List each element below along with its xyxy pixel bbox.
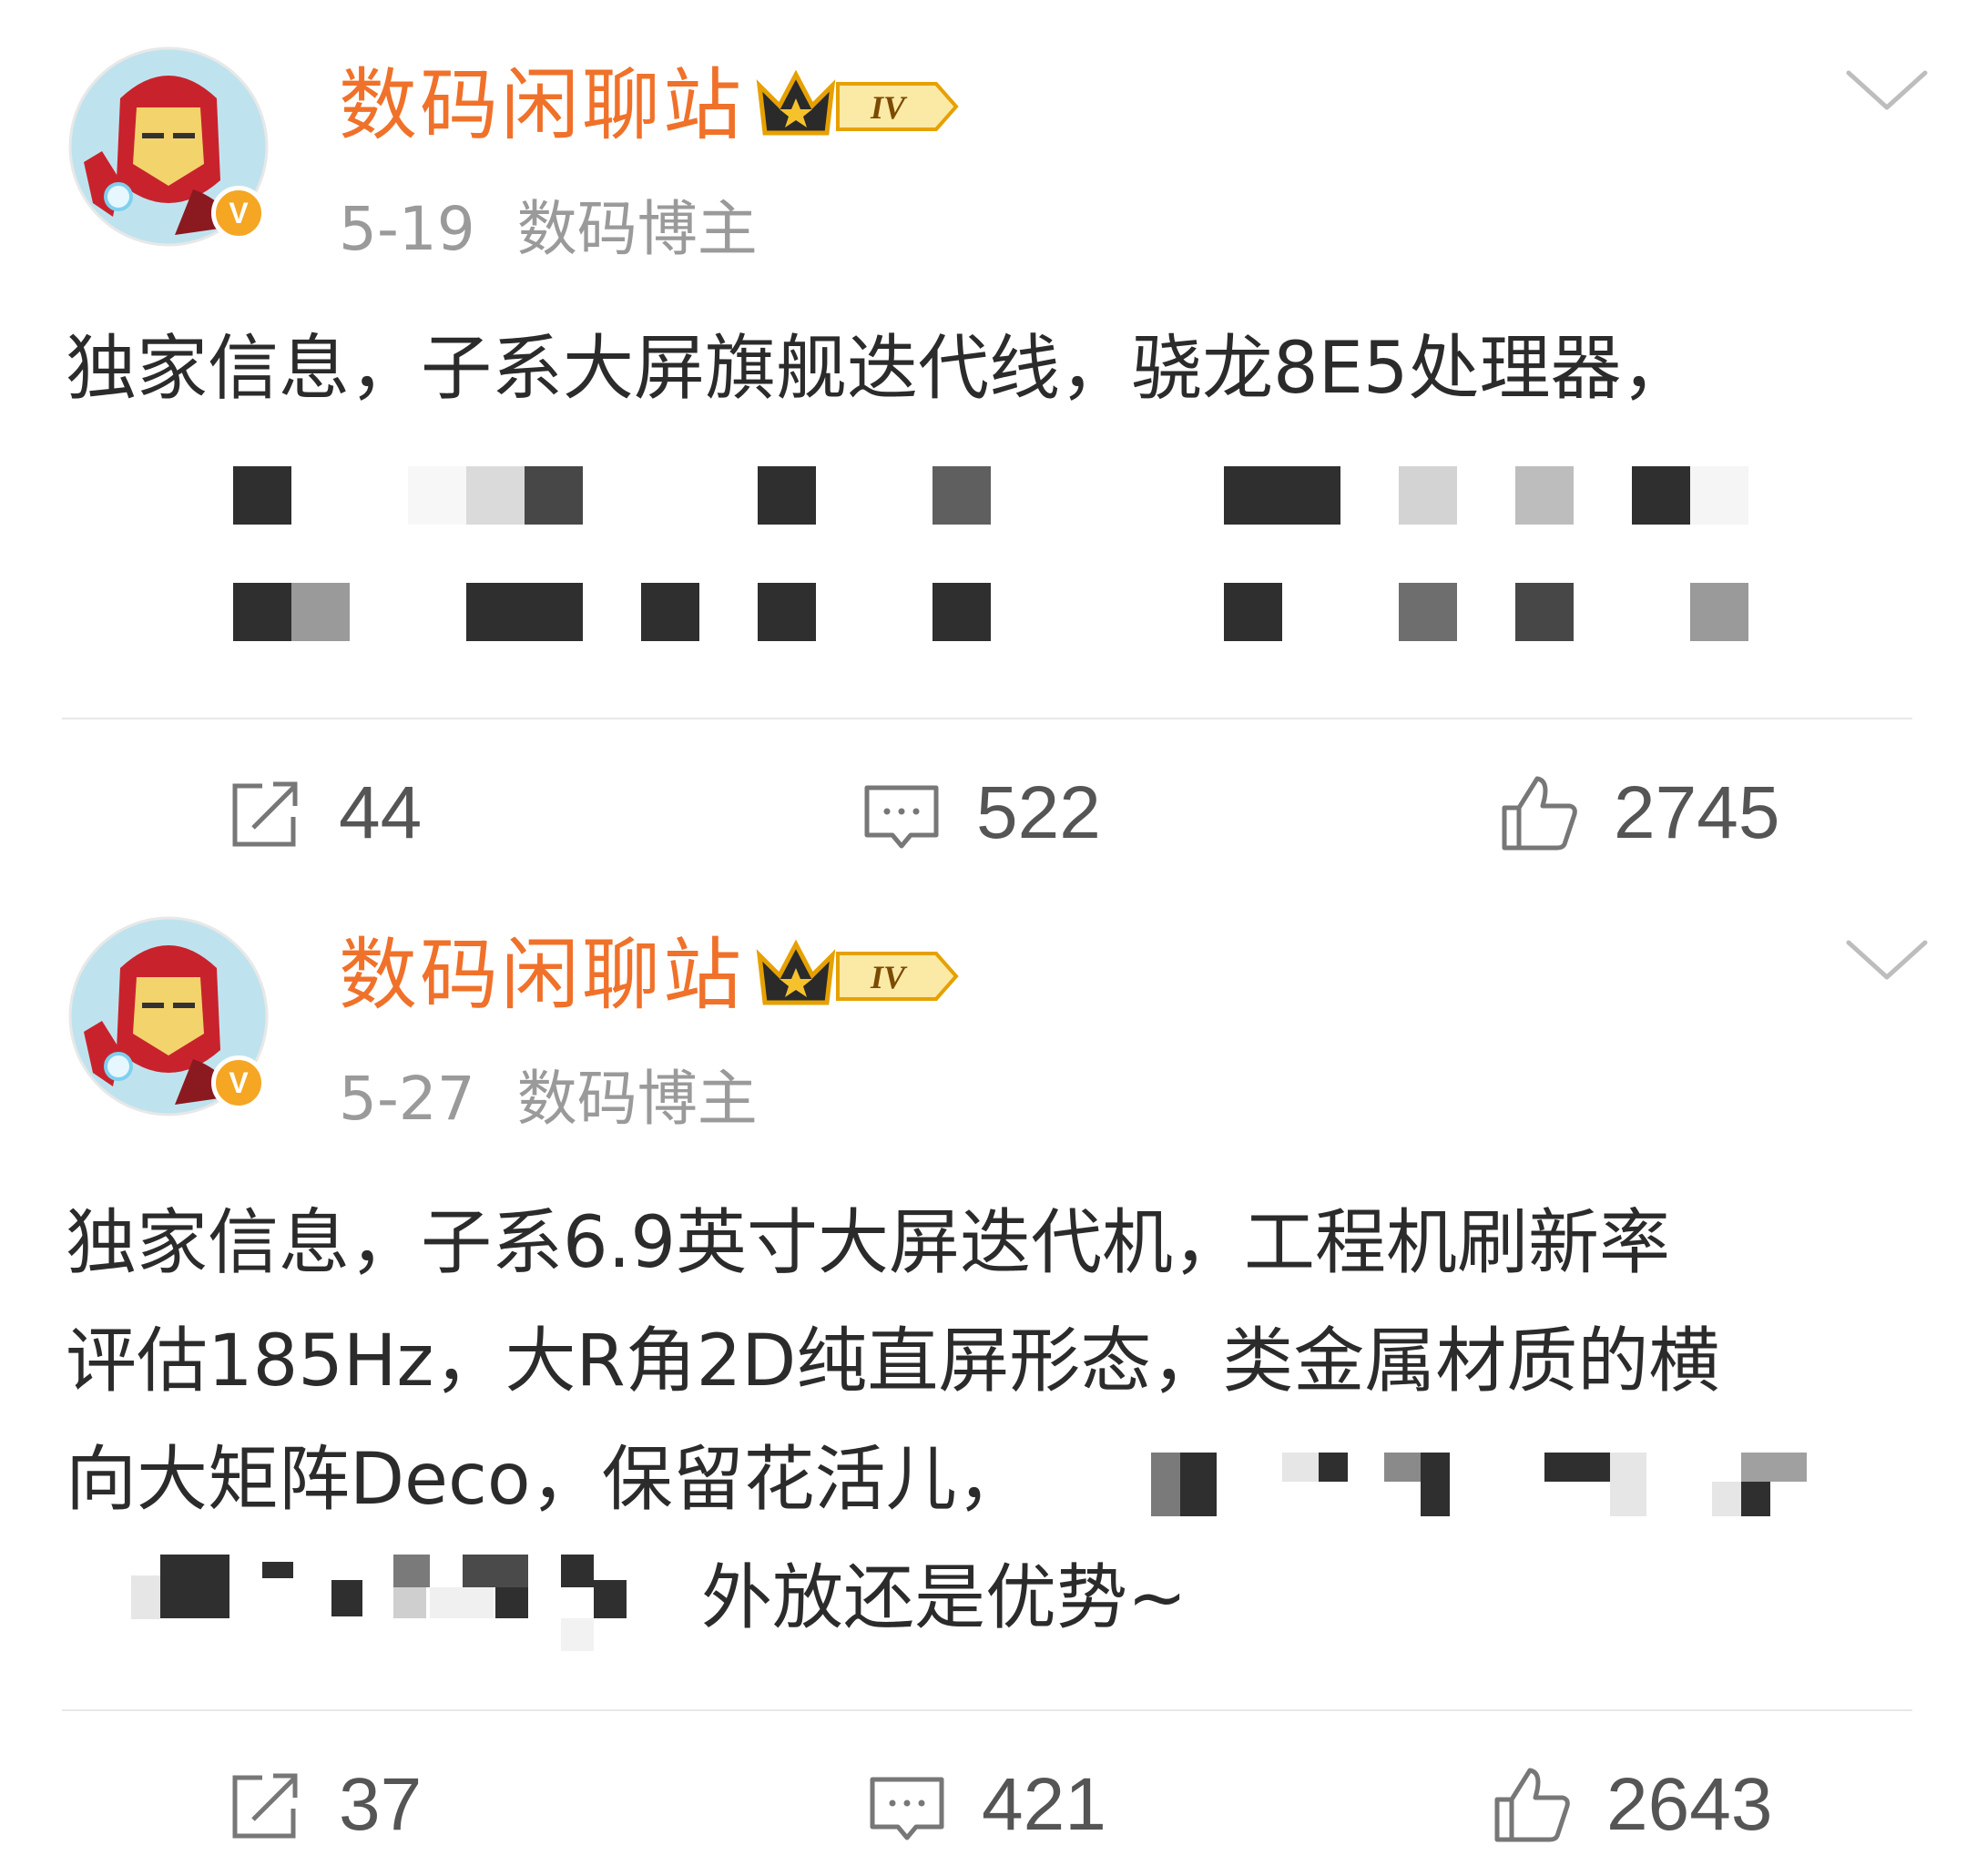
comment-icon [870, 1777, 944, 1840]
action-bar: 44 522 2745 [0, 770, 1967, 862]
post-text-line: 向大矩阵Deco，保留花活儿， [66, 1439, 1028, 1521]
like-count: 2745 [1614, 771, 1780, 854]
author-avatar[interactable]: V [66, 913, 271, 1119]
comment-icon [864, 785, 939, 849]
verified-badge: V [211, 1055, 266, 1110]
repost-icon [232, 781, 298, 847]
verified-badge: V [211, 186, 266, 240]
chevron-down-icon[interactable] [1843, 933, 1931, 988]
repost-button[interactable]: 44 [222, 770, 422, 856]
repost-count: 44 [339, 771, 423, 854]
comment-count: 421 [982, 1763, 1106, 1846]
post-meta: 5-19 数码博主 [339, 193, 758, 266]
crown-icon[interactable]: IV [754, 935, 963, 1017]
post-source: 数码博主 [516, 1064, 758, 1134]
repost-icon [232, 1773, 298, 1839]
author-name[interactable]: 数码闲聊站 [339, 932, 744, 1019]
post-date: 5-27 [339, 1064, 475, 1134]
post-text-line: 独家信息，子系大屏旗舰迭代线，骁龙8E5处理器， [66, 328, 1693, 410]
repost-count: 37 [339, 1763, 423, 1846]
post-source: 数码博主 [516, 194, 758, 264]
like-icon [1494, 1768, 1570, 1842]
post-text-line: 独家信息，子系6.9英寸大屏迭代机，工程机刷新率 [66, 1202, 1671, 1284]
post-meta: 5-27 数码博主 [339, 1063, 758, 1136]
like-count: 2643 [1606, 1763, 1773, 1846]
post-text-line: 评估185Hz，大R角2D纯直屏形态，类金属材质的横 [66, 1320, 1720, 1402]
level-text: IV [870, 89, 908, 126]
post-date: 5-19 [339, 194, 475, 264]
like-button[interactable]: 2745 [1497, 770, 1779, 856]
divider [62, 1709, 1912, 1711]
author-avatar[interactable]: V [66, 44, 271, 250]
divider [62, 718, 1912, 719]
like-button[interactable]: 2643 [1490, 1762, 1772, 1848]
like-icon [1502, 776, 1577, 851]
author-name[interactable]: 数码闲聊站 [339, 62, 744, 149]
level-text: IV [870, 959, 908, 995]
crown-icon[interactable]: IV [754, 66, 963, 148]
post-text-line: 外放还是优势~ [701, 1557, 1187, 1639]
comment-count: 522 [976, 771, 1101, 854]
repost-button[interactable]: 37 [222, 1762, 422, 1848]
comment-button[interactable]: 421 [865, 1762, 1106, 1848]
comment-button[interactable]: 522 [860, 770, 1101, 856]
chevron-down-icon[interactable] [1843, 64, 1931, 118]
action-bar: 37 421 2643 [0, 1762, 1967, 1853]
